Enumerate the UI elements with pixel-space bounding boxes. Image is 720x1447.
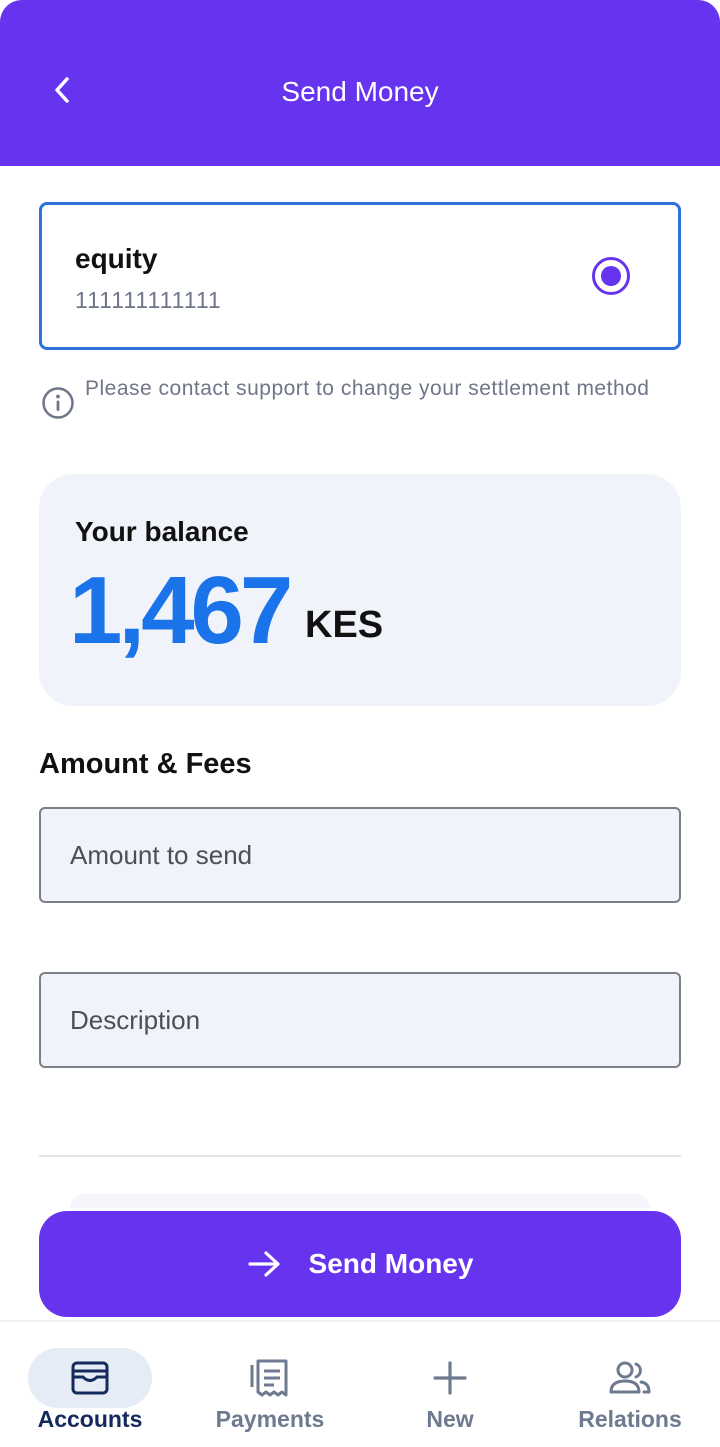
account-radio[interactable] xyxy=(592,257,630,295)
nav-item-accounts[interactable]: Accounts xyxy=(0,1322,180,1447)
wallet-icon xyxy=(71,1361,109,1395)
send-money-button[interactable]: Send Money xyxy=(39,1211,681,1317)
radio-selected-dot xyxy=(601,266,621,286)
nav-item-new[interactable]: New xyxy=(360,1322,540,1447)
amount-input[interactable] xyxy=(39,807,681,903)
people-icon xyxy=(609,1361,651,1394)
description-input[interactable] xyxy=(39,972,681,1068)
bottom-navigation: Accounts Payments New Relations xyxy=(0,1320,720,1447)
balance-card: Your balance 1,467 KES xyxy=(39,474,681,706)
nav-label-accounts: Accounts xyxy=(37,1406,143,1432)
page-title: Send Money xyxy=(281,76,439,107)
account-name: equity xyxy=(75,243,158,274)
app-header: Send Money xyxy=(0,0,720,166)
plus-icon xyxy=(433,1361,467,1395)
amount-fees-title: Amount & Fees xyxy=(39,748,252,780)
balance-amount: 1,467 xyxy=(69,557,293,664)
balance-currency: KES xyxy=(305,604,384,646)
arrow-right-icon xyxy=(247,1251,280,1277)
settlement-info-note: Please contact support to change your se… xyxy=(41,374,661,420)
nav-label-payments: Payments xyxy=(215,1406,325,1432)
nav-item-relations[interactable]: Relations xyxy=(540,1322,720,1447)
section-divider xyxy=(39,1155,681,1157)
nav-label-relations: Relations xyxy=(578,1406,682,1432)
nav-item-payments[interactable]: Payments xyxy=(180,1322,360,1447)
info-icon xyxy=(42,387,74,419)
hidden-content-edge xyxy=(70,1194,650,1208)
account-number: 111111111111 xyxy=(75,287,222,313)
receipt-icon xyxy=(250,1359,288,1397)
nav-active-indicator xyxy=(28,1348,152,1408)
info-text: Please contact support to change your se… xyxy=(85,377,650,400)
send-money-label: Send Money xyxy=(308,1248,474,1279)
balance-label: Your balance xyxy=(75,516,249,547)
nav-label-new: New xyxy=(426,1406,474,1432)
settlement-account-card[interactable]: equity 111111111111 xyxy=(39,202,681,350)
